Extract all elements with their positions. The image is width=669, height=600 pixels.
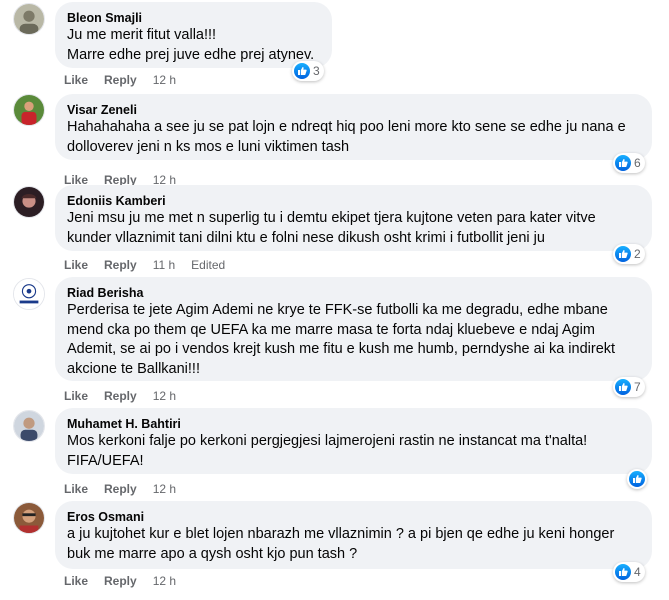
like-button[interactable]: Like xyxy=(64,573,88,589)
comment-bubble: Eros Osmani a ju kujtohet kur e blet loj… xyxy=(55,501,652,569)
reaction-count[interactable]: 4 xyxy=(613,562,645,582)
comment-bubble: Visar Zeneli Hahahahaha a see ju se pat … xyxy=(55,94,652,160)
avatar[interactable] xyxy=(13,3,45,35)
reaction-count[interactable]: 6 xyxy=(613,153,645,173)
comment-actions: Like Reply 12 h xyxy=(64,573,192,589)
reply-button[interactable]: Reply xyxy=(104,481,137,497)
comment-timestamp[interactable]: 12 h xyxy=(153,72,176,88)
reaction-count[interactable]: 2 xyxy=(613,244,645,264)
comment-author[interactable]: Riad Berisha xyxy=(67,285,640,301)
reaction-count[interactable] xyxy=(627,469,647,489)
like-reaction-icon xyxy=(615,155,631,171)
avatar[interactable] xyxy=(13,186,45,218)
reaction-count[interactable]: 7 xyxy=(613,377,645,397)
avatar[interactable] xyxy=(13,94,45,126)
comment-timestamp[interactable]: 12 h xyxy=(153,388,176,404)
comment-text: Hahahahaha a see ju se pat lojn e ndreqt… xyxy=(67,119,626,155)
comment-timestamp[interactable]: 12 h xyxy=(153,573,176,589)
comment-author[interactable]: Bleon Smajli xyxy=(67,10,320,26)
comment-text: Ju me merit fitut valla!!! Marre edhe pr… xyxy=(67,27,315,63)
reaction-count[interactable]: 3 xyxy=(292,61,324,81)
like-button[interactable]: Like xyxy=(64,481,88,497)
comment-bubble: Bleon Smajli Ju me merit fitut valla!!! … xyxy=(55,2,332,68)
like-reaction-icon xyxy=(615,564,631,580)
comment-timestamp[interactable]: 11 h xyxy=(153,257,175,273)
reply-button[interactable]: Reply xyxy=(104,573,137,589)
like-button[interactable]: Like xyxy=(64,388,88,404)
avatar[interactable] xyxy=(13,502,45,534)
comment-actions: Like Reply 11 h Edited xyxy=(64,257,225,273)
comment-author[interactable]: Muhamet H. Bahtiri xyxy=(67,416,640,432)
reply-button[interactable]: Reply xyxy=(104,72,137,88)
like-reaction-icon xyxy=(294,63,310,79)
reply-button[interactable]: Reply xyxy=(104,388,137,404)
avatar[interactable] xyxy=(13,278,45,310)
comment-author[interactable]: Eros Osmani xyxy=(67,509,640,525)
comment-text: Perderisa te jete Agim Ademi ne krye te … xyxy=(67,302,616,377)
comment-author[interactable]: Visar Zeneli xyxy=(67,102,640,118)
comment-actions: Like Reply 12 h xyxy=(64,481,192,497)
like-button[interactable]: Like xyxy=(64,72,88,88)
avatar[interactable] xyxy=(13,410,45,442)
comment-actions: Like Reply 12 h xyxy=(64,388,192,404)
comment-author[interactable]: Edoniis Kamberi xyxy=(67,193,640,209)
like-reaction-icon xyxy=(615,379,631,395)
edited-label[interactable]: Edited xyxy=(191,257,225,273)
like-reaction-icon xyxy=(629,471,645,487)
comment-bubble: Edoniis Kamberi Jeni msu ju me met n sup… xyxy=(55,185,652,251)
comment-timestamp[interactable]: 12 h xyxy=(153,481,176,497)
comment-bubble: Riad Berisha Perderisa te jete Agim Adem… xyxy=(55,277,652,381)
reply-button[interactable]: Reply xyxy=(104,257,137,273)
comment-actions: Like Reply 12 h xyxy=(64,72,192,88)
comment-text: a ju kujtohet kur e blet lojen nbarazh m… xyxy=(67,526,615,562)
like-button[interactable]: Like xyxy=(64,257,88,273)
comment-text: Jeni msu ju me met n superlig tu i demtu… xyxy=(67,210,596,246)
comment-text: Mos kerkoni falje po kerkoni pergjegjesi… xyxy=(67,433,588,469)
comment-bubble: Muhamet H. Bahtiri Mos kerkoni falje po … xyxy=(55,408,652,474)
like-reaction-icon xyxy=(615,246,631,262)
